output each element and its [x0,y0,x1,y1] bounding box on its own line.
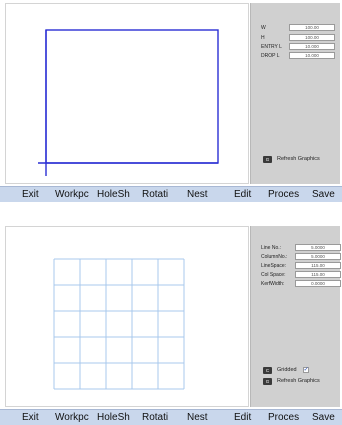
height-input[interactable] [289,34,335,41]
edit-button[interactable]: Edit [234,412,251,424]
column-number-input[interactable] [295,253,341,260]
gridded-checkbox[interactable]: ✓ [302,367,309,373]
refresh-graphics-label: Refresh Graphics [277,156,320,162]
shortcut-key-badge: G [263,155,272,163]
width-input[interactable] [289,24,335,31]
field-row-col-space: Col Space: [261,271,341,279]
field-label: ColumnNo.: [261,254,288,260]
save-button[interactable]: Save [312,189,335,201]
col-space-input[interactable] [295,271,341,278]
process-button[interactable]: Proces [268,189,299,201]
edit-button[interactable]: Edit [234,189,251,201]
nest-button[interactable]: Nest [187,189,208,201]
workpiece-button[interactable]: Workpc [55,412,89,424]
field-label: ENTRY L [261,44,282,50]
field-label: Col Space: [261,272,286,278]
refresh-graphics-button[interactable]: G Refresh Graphics [263,154,320,164]
bottom-toolbar: Exit Workpc HoleSh Rotati Nest Edit Proc… [0,409,342,425]
hole-shape-button[interactable]: HoleSh [97,189,130,201]
grid-panel: Line No.: ColumnNo.: LineSpace: Col Spac… [0,223,342,425]
field-label: H [261,35,265,41]
gridded-toggle[interactable]: C Gridded ✓ [263,365,309,375]
field-row-entry: ENTRY L [261,43,335,51]
entry-length-input[interactable] [289,43,335,50]
workpiece-panel: W H ENTRY L DROP L G Refresh Graphics Ex… [0,0,342,202]
shortcut-key-badge: G [263,377,272,385]
field-label: KerfWidth: [261,281,285,287]
process-button[interactable]: Proces [268,412,299,424]
hole-shape-button[interactable]: HoleSh [97,412,130,424]
field-row-line-space: LineSpace: [261,262,341,270]
exit-button[interactable]: Exit [22,189,39,201]
line-number-input[interactable] [295,244,341,251]
refresh-graphics-button[interactable]: G Refresh Graphics [263,376,320,386]
parameter-panel: W H ENTRY L DROP L G Refresh Graphics [250,3,340,184]
rotate-button[interactable]: Rotati [142,189,168,201]
field-label: Line No.: [261,245,282,251]
exit-button[interactable]: Exit [22,412,39,424]
graphics-canvas[interactable] [5,3,249,184]
save-button[interactable]: Save [312,412,335,424]
bottom-toolbar: Exit Workpc HoleSh Rotati Nest Edit Proc… [0,186,342,202]
rotate-button[interactable]: Rotati [142,412,168,424]
workpiece-button[interactable]: Workpc [55,189,89,201]
graphics-canvas[interactable] [5,226,249,407]
field-label: LineSpace: [261,263,287,269]
field-row-column-no: ColumnNo.: [261,253,341,261]
gridded-label: Gridded [277,367,297,373]
field-row-line-no: Line No.: [261,244,341,252]
line-space-input[interactable] [295,262,341,269]
parameter-panel: Line No.: ColumnNo.: LineSpace: Col Spac… [250,226,341,407]
grid-drawing [53,258,185,390]
drop-length-input[interactable] [289,52,335,59]
field-row-h: H [261,34,335,42]
workpiece-rectangle [45,29,219,164]
field-label: W [261,25,266,31]
shortcut-key-badge: C [263,366,272,374]
kerf-width-input[interactable] [295,280,341,287]
field-label: DROP L [261,53,280,59]
field-row-kerf-width: KerfWidth: [261,280,341,288]
field-row-w: W [261,24,335,32]
refresh-graphics-label: Refresh Graphics [277,378,320,384]
rectangle-drawing [38,29,219,176]
nest-button[interactable]: Nest [187,412,208,424]
field-row-drop: DROP L [261,52,335,60]
